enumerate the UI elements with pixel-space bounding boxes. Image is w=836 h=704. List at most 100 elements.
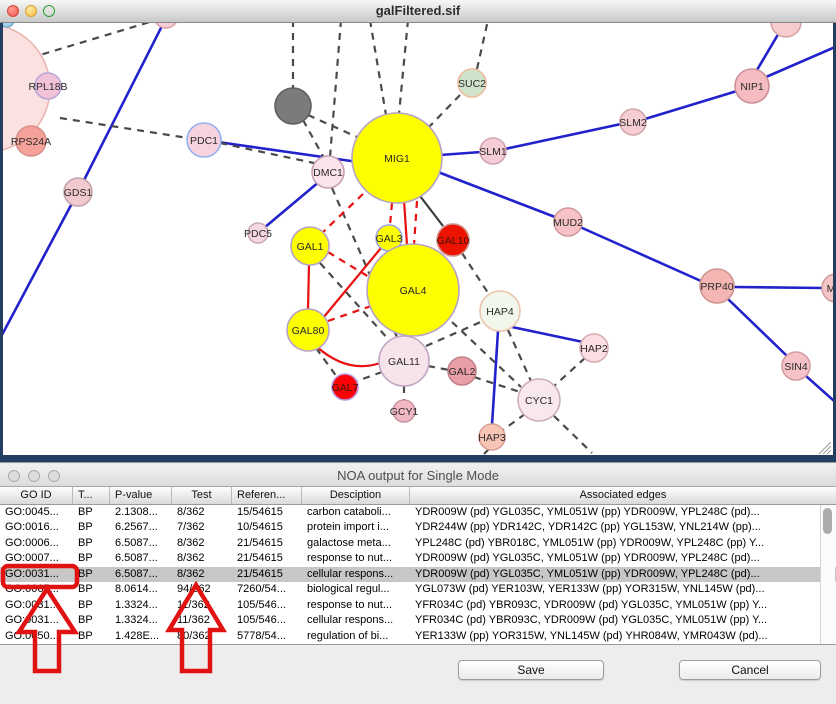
node-top-partial-2[interactable]: [771, 23, 801, 37]
table-row[interactable]: GO:0006...BP6.5087...8/36221/54615galact…: [0, 536, 836, 551]
node-label: MUD2: [553, 217, 583, 229]
table-row[interactable]: GO:0031...BP1.3324...11/362105/546...cel…: [0, 613, 836, 628]
edge-blue: [580, 227, 701, 281]
column-header-desciption[interactable]: Desciption: [302, 487, 410, 504]
node-label: MIG1: [384, 153, 410, 165]
node-label: PDC5: [244, 228, 272, 240]
save-button[interactable]: Save: [458, 660, 604, 680]
table-row[interactable]: GO:0031...BP6.5087...8/36221/54615cellul…: [0, 567, 836, 582]
column-header-associated-edges[interactable]: Associated edges: [410, 487, 836, 504]
node-label: CYC1: [525, 395, 553, 407]
edge-blue: [728, 299, 787, 356]
cell: 2.1308...: [110, 505, 172, 520]
cell: YFR034C (pd) YBR093C, YDR009W (pd) YGL03…: [410, 613, 836, 628]
node-label: SUC2: [458, 78, 486, 90]
edge-dashed: [428, 94, 461, 128]
edge-dashed: [477, 23, 488, 69]
node-label: GAL7: [332, 382, 359, 394]
noa-window: NOA output for Single Mode GO IDT...P-va…: [0, 462, 836, 704]
cell: GO:0031...: [0, 598, 73, 613]
column-header-t-[interactable]: T...: [73, 487, 110, 504]
table-row[interactable]: GO:0007...BP6.5087...8/36221/54615respon…: [0, 551, 836, 566]
table-row[interactable]: GO:0045...BP2.1308...8/36215/54615carbon…: [0, 505, 836, 520]
edge-dashed: [399, 23, 408, 114]
edge-red: [404, 200, 407, 245]
cell: GO:0006...: [0, 536, 73, 551]
resize-grip[interactable]: [827, 450, 831, 454]
edge-dashed: [508, 330, 531, 381]
network-titlebar[interactable]: galFiltered.sif: [0, 0, 836, 23]
cell: 6.5087...: [110, 551, 172, 566]
scrollbar-thumb[interactable]: [823, 508, 832, 534]
cell: YDR009W (pd) YGL035C, YML051W (pp) YDR00…: [410, 551, 836, 566]
edge-blue: [440, 152, 481, 155]
node-top-partial-1[interactable]: [154, 23, 178, 28]
edge-dashed: [316, 348, 337, 377]
node-label: GDS1: [64, 187, 93, 199]
edge-red-dashed: [323, 194, 363, 232]
network-canvas[interactable]: RPL18BRPS24AGDS1PDC1PDC5MIG1DMC1SUC2SLM1…: [3, 23, 833, 455]
column-header-p-value[interactable]: P-value: [110, 487, 172, 504]
cell: 94/362: [172, 582, 232, 597]
cell: BP: [73, 520, 110, 535]
resize-grip[interactable]: [823, 446, 831, 454]
cell: 1.428E...: [110, 629, 172, 644]
table-header[interactable]: GO IDT...P-valueTestReferen...Desciption…: [0, 487, 836, 505]
cell: BP: [73, 567, 110, 582]
cell: BP: [73, 629, 110, 644]
node-label: GAL10: [437, 235, 470, 247]
vertical-scrollbar[interactable]: [820, 505, 835, 644]
cell: 8/362: [172, 551, 232, 566]
edge-blue: [766, 44, 833, 77]
node-label: NIP1: [740, 81, 764, 93]
cell: 7/362: [172, 520, 232, 535]
edge-red-dashed: [328, 252, 369, 277]
cell: cellular respons...: [302, 567, 410, 582]
edge-dark: [420, 196, 443, 226]
node-corner[interactable]: [3, 23, 14, 27]
noa-titlebar[interactable]: NOA output for Single Mode: [0, 464, 836, 487]
cell: 8/362: [172, 567, 232, 582]
cancel-button[interactable]: Cancel: [679, 660, 821, 680]
cell: 105/546...: [232, 613, 302, 628]
cell: 8.0614...: [110, 582, 172, 597]
cell: galactose meta...: [302, 536, 410, 551]
cell: YDR009W (pd) YGL035C, YML051W (pp) YDR00…: [410, 567, 836, 582]
edge-dashed: [462, 253, 490, 296]
cell: 11/362: [172, 598, 232, 613]
node-label: PDC1: [190, 135, 218, 147]
node-label: MSI: [827, 283, 833, 295]
cell: GO:0016...: [0, 520, 73, 535]
cell: 1.3324...: [110, 613, 172, 628]
cell: GO:0031...: [0, 567, 73, 582]
edge-red: [308, 265, 309, 310]
node-label: HAP3: [478, 432, 506, 444]
node-label: SLM1: [479, 146, 507, 158]
edge-dashed: [303, 120, 324, 158]
table-row[interactable]: GO:0016...BP6.2567...7/36210/54615protei…: [0, 520, 836, 535]
cell: carbon cataboli...: [302, 505, 410, 520]
edge-blue: [258, 181, 320, 233]
table-row[interactable]: GO:0031...BP1.3324...11/362105/546...res…: [0, 598, 836, 613]
cell: YDR244W (pp) YDR142C, YDR142C (pp) YGL15…: [410, 520, 836, 535]
go-results-table[interactable]: GO:0045...BP2.1308...8/36215/54615carbon…: [0, 505, 836, 644]
column-header-go-id[interactable]: GO ID: [0, 487, 73, 504]
node-label: GAL2: [449, 366, 476, 378]
node-label: HAP4: [486, 306, 514, 318]
noa-window-title: NOA output for Single Mode: [0, 468, 836, 483]
edge-blue: [512, 327, 583, 342]
cell: 10/54615: [232, 520, 302, 535]
edge-dashed: [330, 23, 341, 157]
cell: GO:0045...: [0, 505, 73, 520]
cell: GO:0065...: [0, 582, 73, 597]
cell: 8/362: [172, 505, 232, 520]
column-header-referen-[interactable]: Referen...: [232, 487, 302, 504]
table-row[interactable]: GO:0065...BP8.0614...94/3627260/54...bio…: [0, 582, 836, 597]
cell: YPL248C (pd) YBR018C, YML051W (pp) YDR00…: [410, 536, 836, 551]
node-gray-node[interactable]: [275, 88, 311, 124]
column-header-test[interactable]: Test: [172, 487, 232, 504]
table-row[interactable]: GO:0050...BP1.428E...80/3625778/54...reg…: [0, 629, 836, 644]
edge-blue: [806, 376, 833, 408]
cell: 21/54615: [232, 551, 302, 566]
edge-blue: [3, 192, 78, 348]
